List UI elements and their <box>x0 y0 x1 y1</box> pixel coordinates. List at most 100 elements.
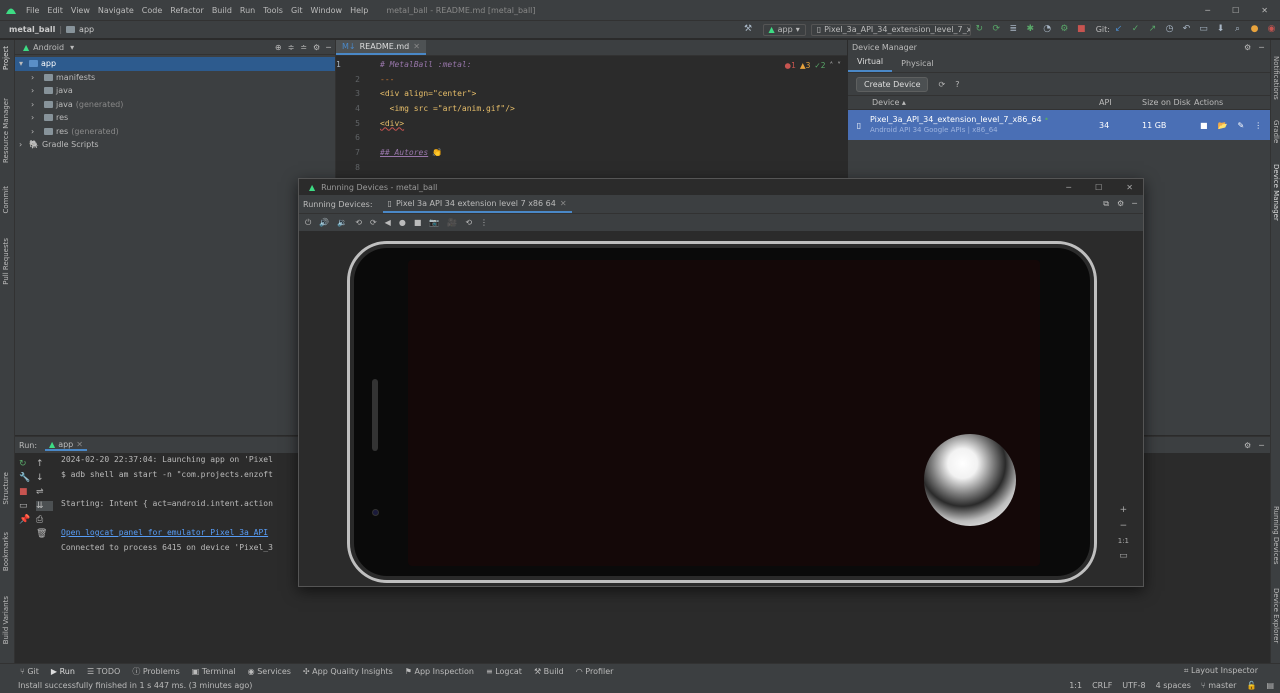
hide-icon[interactable]: ─ <box>1259 441 1264 450</box>
project-view-select[interactable]: Android <box>33 43 64 52</box>
hide-icon[interactable]: ─ <box>1132 199 1137 209</box>
close-tab-icon[interactable]: ✕ <box>413 42 420 51</box>
maximize-icon[interactable]: ☐ <box>1095 183 1102 192</box>
home-icon[interactable]: ● <box>399 218 406 227</box>
wrench-icon[interactable]: 🔧 <box>19 473 36 483</box>
new-tab-icon[interactable]: ⧉ <box>1103 199 1109 209</box>
memory-indicator-icon[interactable]: ▤ <box>1266 681 1274 690</box>
tree-item-java[interactable]: › java <box>15 84 335 98</box>
editor-tab-readme[interactable]: M↓ README.md ✕ <box>336 40 426 55</box>
debug-icon[interactable]: ✱ <box>1024 23 1037 36</box>
zoom-actual-size[interactable]: 1:1 <box>1118 537 1129 545</box>
history-icon[interactable]: ◷ <box>1163 23 1176 36</box>
gear-icon[interactable]: ⚙ <box>1244 441 1251 450</box>
bottom-tab-run[interactable]: ▶ Run <box>51 667 75 676</box>
help-button[interactable]: ? <box>955 80 959 89</box>
device-row[interactable]: ▯ Pixel_3a_API_34_extension_level_7_x86_… <box>848 110 1270 140</box>
chevron-right-icon[interactable]: › <box>31 113 44 122</box>
tab-physical[interactable]: Physical <box>892 59 943 72</box>
tree-item-app[interactable]: ▾ app <box>15 57 335 71</box>
bottom-tab-logcat[interactable]: ≡ Logcat <box>486 667 522 676</box>
close-icon[interactable]: ✕ <box>1261 6 1268 15</box>
tab-virtual[interactable]: Virtual <box>848 57 893 72</box>
bottom-tab-app-inspection[interactable]: ⚑ App Inspection <box>405 667 474 676</box>
status-message[interactable]: Install successfully finished in 1 s 447… <box>18 681 252 690</box>
screen-record-icon[interactable]: 🎥 <box>447 218 457 227</box>
rotate-left-icon[interactable]: ⟲ <box>355 218 362 227</box>
menu-view[interactable]: View <box>67 6 94 15</box>
close-icon[interactable]: ✕ <box>1126 183 1133 192</box>
chevron-right-icon[interactable]: › <box>19 140 29 149</box>
device-tab[interactable]: ▯ Pixel 3a API 34 extension level 7 x86 … <box>382 196 572 213</box>
user-icon[interactable]: ◉ <box>1265 23 1278 36</box>
bottom-tab-todo[interactable]: ☰ TODO <box>87 667 120 676</box>
bottom-tab-build[interactable]: ⚒ Build <box>534 667 564 676</box>
chevron-right-icon[interactable]: › <box>31 100 44 109</box>
minimize-icon[interactable]: ─ <box>1066 183 1071 192</box>
power-icon[interactable]: ⏻ <box>305 218 311 228</box>
device-select[interactable]: ▯ Pixel_3a_API_34_extension_level_7_x86 <box>810 23 971 36</box>
gear-icon[interactable]: ⚙ <box>1117 199 1124 209</box>
collapse-all-icon[interactable]: ≐ <box>300 43 307 52</box>
volume-up-icon[interactable]: 🔊 <box>319 218 329 227</box>
hide-icon[interactable]: ─ <box>1259 43 1264 52</box>
trash-icon[interactable]: 🗑 <box>36 529 53 539</box>
column-device[interactable]: Device ▴ <box>848 98 1099 107</box>
git-branch[interactable]: ⑂ master <box>1201 681 1237 690</box>
column-api[interactable]: API <box>1099 98 1142 107</box>
overview-icon[interactable]: ■ <box>414 218 422 227</box>
chevron-down-icon[interactable]: ▾ <box>19 59 29 68</box>
chevron-right-icon[interactable]: › <box>31 127 44 136</box>
close-tab-icon[interactable]: ✕ <box>76 440 83 449</box>
layout-icon[interactable]: ▭ <box>19 501 36 511</box>
more-icon[interactable]: ⋮ <box>480 218 488 227</box>
chevron-down-icon[interactable]: ▾ <box>70 43 74 52</box>
git-commit-icon[interactable]: ✓ <box>1129 23 1142 36</box>
scroll-end-icon[interactable]: ⇊ <box>36 501 53 511</box>
tool-notifications[interactable]: Notifications <box>1272 56 1280 100</box>
volume-down-icon[interactable]: 🔉 <box>337 218 347 227</box>
rerun-icon[interactable]: ↻ <box>19 459 36 469</box>
menu-window[interactable]: Window <box>307 6 347 15</box>
settings-icon[interactable]: ● <box>1248 23 1261 36</box>
rollback-icon[interactable]: ↶ <box>1180 23 1193 36</box>
rotate-right-icon[interactable]: ⟳ <box>370 218 377 227</box>
phone-screen[interactable] <box>408 260 1040 566</box>
chevron-right-icon[interactable]: › <box>31 73 44 82</box>
more-icon[interactable]: ⋮ <box>1254 121 1262 130</box>
logcat-link[interactable]: Open logcat panel for emulator Pixel 3a … <box>61 528 301 543</box>
zoom-in-icon[interactable]: + <box>1120 505 1128 515</box>
edit-icon[interactable]: ✎ <box>1238 121 1245 130</box>
tool-structure[interactable]: Structure <box>2 472 10 505</box>
snapshot-icon[interactable]: ⟲ <box>465 218 472 227</box>
lock-icon[interactable]: 🔓 <box>1246 681 1256 690</box>
line-separator[interactable]: CRLF <box>1092 681 1112 690</box>
menu-tools[interactable]: Tools <box>259 6 287 15</box>
git-update-icon[interactable]: ↙ <box>1112 23 1125 36</box>
search-icon[interactable]: ⌕ <box>1231 23 1244 36</box>
screenshot-icon[interactable]: 📷 <box>429 218 439 227</box>
stop-icon[interactable]: ■ <box>1075 23 1088 36</box>
menu-run[interactable]: Run <box>236 6 259 15</box>
refresh-icon[interactable]: ⟳ <box>938 80 945 89</box>
code-area[interactable]: 1 # MetalBall :metal: 2 --- 3 <div align… <box>336 57 848 175</box>
bottom-tab-app-quality[interactable]: ✣ App Quality Insights <box>303 667 393 676</box>
tool-device-explorer[interactable]: Device Explorer <box>1272 588 1280 643</box>
tool-build-variants[interactable]: Build Variants <box>2 596 10 644</box>
back-icon[interactable]: ◀ <box>385 218 391 227</box>
maximize-icon[interactable]: ☐ <box>1232 6 1239 15</box>
bottom-tab-profiler[interactable]: ◠ Profiler <box>576 667 614 676</box>
bottom-tab-problems[interactable]: ⓘ Problems <box>132 666 179 677</box>
tool-device-manager[interactable]: Device Manager <box>1272 164 1280 221</box>
menu-code[interactable]: Code <box>138 6 166 15</box>
indent-setting[interactable]: 4 spaces <box>1156 681 1191 690</box>
gear-icon[interactable]: ⚙ <box>1244 43 1251 52</box>
scroll-down-icon[interactable]: ↓ <box>36 473 53 483</box>
tool-pull-requests[interactable]: Pull Requests <box>2 238 10 285</box>
apply-changes-icon[interactable]: ⟳ <box>990 23 1003 36</box>
stop-icon[interactable]: ■ <box>19 487 36 497</box>
zoom-fit-icon[interactable]: ▭ <box>1119 551 1128 561</box>
menu-navigate[interactable]: Navigate <box>94 6 138 15</box>
tree-item-manifests[interactable]: › manifests <box>15 71 335 85</box>
close-tab-icon[interactable]: ✕ <box>560 199 567 208</box>
